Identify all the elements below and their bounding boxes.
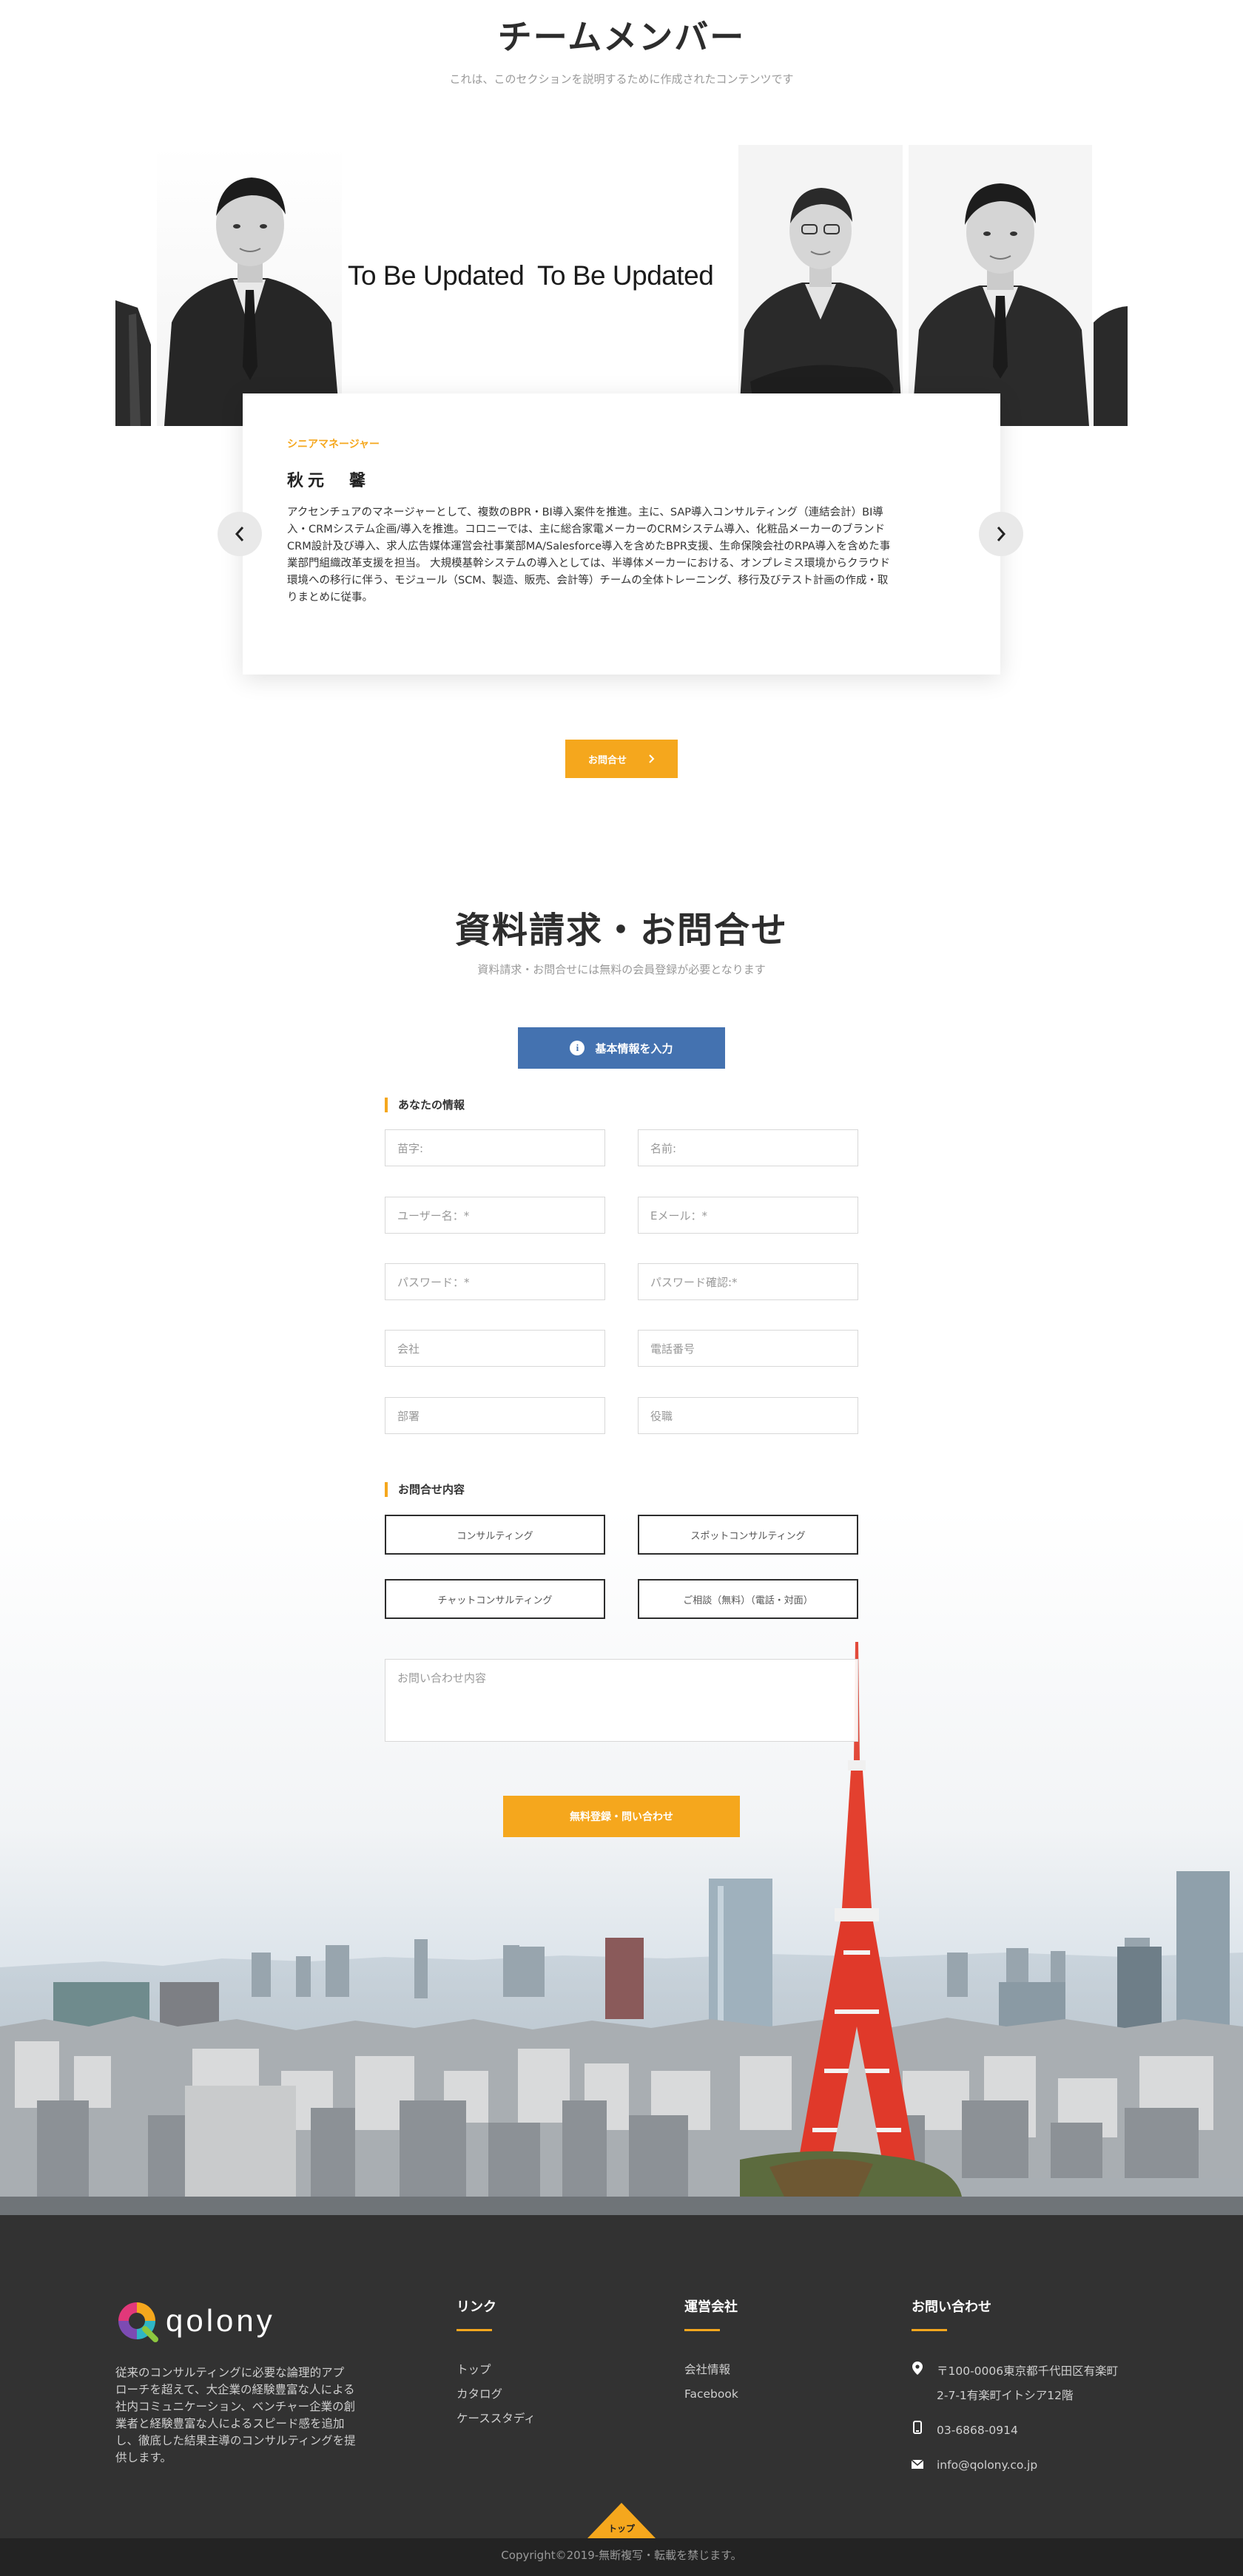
position-field[interactable]: 役職 bbox=[638, 1397, 858, 1434]
envelope-icon bbox=[911, 2453, 924, 2478]
contact-button-label: お問合せ bbox=[587, 754, 627, 766]
member-description-line: 業部門組織改革支援を担当。 大規模基幹システムの導入としては、半導体メーカーにお… bbox=[287, 558, 891, 569]
brand-name: qolony bbox=[166, 2303, 275, 2338]
team-carousel[interactable]: To Be Updated To Be Updated bbox=[115, 145, 1128, 426]
basic-info-button[interactable]: i 基本情報を入力 bbox=[518, 1027, 725, 1069]
footer-email[interactable]: info@qolony.co.jp bbox=[911, 2453, 1118, 2478]
links-title: リンク bbox=[457, 2299, 496, 2315]
member-photo-akimoto[interactable] bbox=[157, 145, 342, 426]
contact-button[interactable]: お問合せ bbox=[565, 740, 678, 778]
about-line: 供します。 bbox=[115, 2451, 172, 2464]
email-field[interactable]: Eメール：* bbox=[638, 1197, 858, 1234]
username-field[interactable]: ユーザー名：* bbox=[385, 1197, 605, 1234]
submit-button[interactable]: 無料登録・問い合わせ bbox=[503, 1796, 740, 1837]
footer-link-company-info[interactable]: 会社情報 bbox=[684, 2358, 738, 2382]
member-description-line: りまとめに従事。 bbox=[287, 592, 373, 604]
qolony-logo-icon bbox=[118, 2302, 158, 2342]
footer-link-catalog[interactable]: カタログ bbox=[457, 2382, 536, 2407]
member-name: 秋元 馨 bbox=[287, 472, 371, 490]
choice-spot-consulting[interactable]: スポットコンサルティング bbox=[638, 1515, 858, 1555]
phone-number: 03-6868-0914 bbox=[937, 2424, 1018, 2437]
carousel-prev-button[interactable] bbox=[218, 512, 262, 556]
footer-about-text: 従来のコンサルティングに必要な論理的アプ ローチを超えて、大企業の経験豊富な人に… bbox=[115, 2364, 367, 2467]
footer-link-facebook[interactable]: Facebook bbox=[684, 2382, 738, 2407]
copyright-text: Copyright©2019-無断複写・転載を禁じます。 bbox=[501, 2549, 742, 2562]
footer-links-column: リンク トップ カタログ ケーススタディ bbox=[457, 2296, 536, 2431]
department-field[interactable]: 部署 bbox=[385, 1397, 605, 1434]
member-description: アクセンチュアのマネージャーとして、複数のBPR・BI導入案件を推進。主に、SA… bbox=[287, 504, 954, 606]
address-line: 〒100-0006東京都千代田区有楽町 bbox=[937, 2364, 1119, 2378]
password-field[interactable]: パスワード：* bbox=[385, 1263, 605, 1300]
title-underline bbox=[912, 2329, 947, 2331]
footer-logo[interactable]: qolony bbox=[115, 2299, 275, 2342]
choice-free-consultation[interactable]: ご相談（無料）（電話・対面） bbox=[638, 1579, 858, 1619]
about-line: 業者と経験豊富な人によるスピード感を追加 bbox=[115, 2417, 345, 2430]
tokyo-skyline-background bbox=[0, 1509, 1243, 2215]
about-line: ローチを超えて、大企業の経験豊富な人による bbox=[115, 2383, 355, 2396]
company-field[interactable]: 会社 bbox=[385, 1330, 605, 1367]
member-photo-partial-left bbox=[115, 241, 151, 426]
footer-phone[interactable]: 03-6868-0914 bbox=[912, 2418, 1118, 2443]
first-name-field[interactable]: 名前: bbox=[638, 1129, 858, 1166]
map-pin-icon bbox=[912, 2359, 923, 2384]
member-photo-3[interactable] bbox=[738, 145, 903, 426]
footer-bottom-bar: Copyright©2019-無断複写・転載を禁じます。 bbox=[0, 2538, 1243, 2576]
phone-field[interactable]: 電話番号 bbox=[638, 1330, 858, 1367]
company-title: 運営会社 bbox=[684, 2299, 738, 2315]
chevron-left-icon bbox=[235, 527, 244, 541]
contact-title: お問い合わせ bbox=[912, 2299, 991, 2315]
chevron-right-icon bbox=[649, 754, 655, 763]
back-to-top-label: トップ bbox=[607, 2523, 635, 2534]
info-icon: i bbox=[570, 1041, 585, 1055]
email-address: info@qolony.co.jp bbox=[937, 2458, 1038, 2472]
title-underline bbox=[457, 2329, 492, 2331]
choice-consulting[interactable]: コンサルティング bbox=[385, 1515, 605, 1555]
chevron-right-icon bbox=[997, 527, 1006, 541]
member-description-line: アクセンチュアのマネージャーとして、複数のBPR・BI導入案件を推進。主に、SA… bbox=[287, 507, 883, 518]
member-name-placeholder-left: To Be Updated bbox=[348, 260, 525, 291]
choice-chat-consulting[interactable]: チャットコンサルティング bbox=[385, 1579, 605, 1619]
member-role: シニアマネージャー bbox=[287, 439, 380, 450]
form-section-subtitle: 資料請求・お問合せには無料の会員登録が必要となります bbox=[477, 963, 766, 976]
footer-link-top[interactable]: トップ bbox=[457, 2358, 536, 2382]
member-profile-card: シニアマネージャー 秋元 馨 アクセンチュアのマネージャーとして、複数のBPR・… bbox=[243, 393, 1000, 675]
site-footer: qolony 従来のコンサルティングに必要な論理的アプ ローチを超えて、大企業の… bbox=[0, 2215, 1243, 2576]
about-line: 社内コミュニケーション、ベンチャー企業の創 bbox=[115, 2400, 356, 2413]
footer-contact-column: お問い合わせ 〒100-0006東京都千代田区有楽町 2-7-1有楽町イトシア1… bbox=[911, 2296, 1118, 2488]
last-name-field[interactable]: 苗字: bbox=[385, 1129, 605, 1166]
carousel-next-button[interactable] bbox=[979, 512, 1023, 556]
form-section-title: 資料請求・お問合せ bbox=[454, 910, 788, 951]
member-photo-4[interactable] bbox=[909, 145, 1092, 426]
address-line: 2-7-1有楽町イトシア12階 bbox=[937, 2389, 1074, 2402]
team-section-subtitle: これは、このセクションを説明するために作成されたコンテンツです bbox=[449, 72, 794, 86]
member-photo-partial-right bbox=[1094, 278, 1128, 426]
basic-info-button-label: 基本情報を入力 bbox=[595, 1041, 673, 1055]
team-section-title: チームメンバー bbox=[497, 17, 746, 57]
member-description-line: 環境への移行に伴う、モジュール（SCM、製造、販売、会計等）チームの全体トレーニ… bbox=[287, 575, 889, 586]
member-description-line: 入・CRMシステム企画/導入を推進。コロニーでは、主に総合家電メーカーのCRMシ… bbox=[287, 524, 886, 535]
footer-address: 〒100-0006東京都千代田区有楽町 2-7-1有楽町イトシア12階 bbox=[912, 2359, 1118, 2408]
footer-link-case-study[interactable]: ケーススタディ bbox=[457, 2407, 536, 2431]
message-textarea[interactable]: お問い合わせ内容 bbox=[385, 1659, 858, 1742]
inquiry-type-label: お問合せ内容 bbox=[385, 1482, 465, 1497]
member-name-placeholder-right: To Be Updated bbox=[537, 260, 714, 291]
your-info-label: あなたの情報 bbox=[385, 1098, 465, 1112]
member-description-line: CRM設計及び導入、求人広告媒体運営会社事業部MA/Salesforce導入を含… bbox=[287, 541, 891, 552]
mobile-phone-icon bbox=[912, 2418, 923, 2443]
about-line: し、徹底した結果主導のコンサルティングを提 bbox=[115, 2434, 356, 2447]
footer-company-column: 運営会社 会社情報 Facebook bbox=[684, 2296, 738, 2407]
back-to-top-button[interactable]: トップ bbox=[587, 2503, 656, 2538]
title-underline bbox=[684, 2329, 720, 2331]
password-confirm-field[interactable]: パスワード確認:* bbox=[638, 1263, 858, 1300]
about-line: 従来のコンサルティングに必要な論理的アプ bbox=[115, 2366, 345, 2379]
